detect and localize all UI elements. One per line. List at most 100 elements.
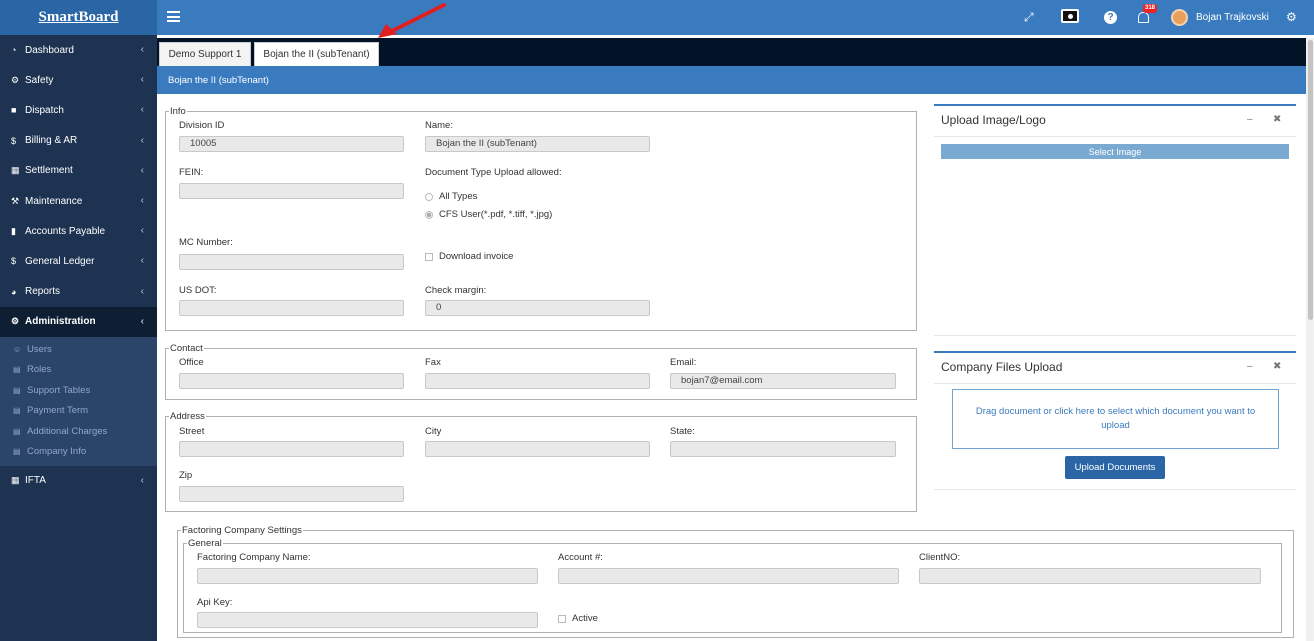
- menu-toggle-icon[interactable]: [167, 11, 180, 22]
- doc-type-label: Document Type Upload allowed:: [425, 167, 562, 178]
- close-icon[interactable]: ✖: [1273, 114, 1281, 125]
- checkbox-box: [558, 614, 566, 623]
- minimize-icon[interactable]: –: [1247, 114, 1253, 125]
- user-name[interactable]: Bojan Trajkovski: [1196, 12, 1269, 23]
- state-field[interactable]: [670, 441, 896, 457]
- download-invoice-checkbox[interactable]: Download invoice: [425, 251, 513, 262]
- sidebar-item-maintenance[interactable]: ⚒ Maintenance ‹: [0, 186, 157, 216]
- chevron-left-icon: ‹: [140, 255, 144, 267]
- radio-circle: [425, 192, 433, 201]
- name-field[interactable]: Bojan the II (subTenant): [425, 136, 650, 152]
- sidebar-item-billing-ar[interactable]: $ Billing & AR ‹: [0, 126, 157, 156]
- sidebar-subitem-label: Roles: [27, 364, 52, 376]
- email-field[interactable]: bojan7@email.com: [670, 373, 896, 389]
- screen-share-icon[interactable]: [1061, 9, 1079, 23]
- radio-label: CFS User(*.pdf, *.tiff, *.jpg): [439, 209, 553, 220]
- brand-logo[interactable]: SmartBoard: [0, 0, 157, 35]
- table-icon: ▤: [13, 365, 21, 375]
- sidebar-item-dashboard[interactable]: ◔ Dashboard ‹: [0, 35, 157, 65]
- mc-number-label: MC Number:: [179, 237, 233, 248]
- factoring-active-checkbox[interactable]: Active: [558, 613, 598, 624]
- chevron-left-icon: ‹: [140, 315, 144, 327]
- doc-type-all-radio[interactable]: All Types: [425, 191, 477, 202]
- sidebar-subitem-support-tables[interactable]: ▤ Support Tables: [0, 380, 157, 401]
- table-icon: ▤: [13, 406, 21, 416]
- sidebar-subitem-company-info[interactable]: ▤ Company Info: [0, 441, 157, 462]
- name-label: Name:: [425, 120, 453, 131]
- check-margin-field[interactable]: 0: [425, 300, 650, 316]
- sidebar-subitem-label: Company Info: [27, 446, 87, 458]
- street-label: Street: [179, 426, 205, 437]
- zip-label: Zip: [179, 470, 193, 481]
- street-field[interactable]: [179, 441, 404, 457]
- fax-label: Fax: [425, 357, 441, 368]
- sidebar-item-label: Safety: [25, 74, 54, 86]
- user-avatar[interactable]: [1171, 9, 1188, 26]
- sidebar-item-reports[interactable]: ◕ Reports ‹: [0, 277, 157, 307]
- sidebar-item-accounts-payable[interactable]: ▮ Accounts Payable ‹: [0, 216, 157, 246]
- chevron-left-icon: ‹: [140, 474, 144, 486]
- sidebar-subitem-users[interactable]: ☺ Users: [0, 339, 157, 360]
- sidebar-subitem-label: Additional Charges: [27, 425, 108, 437]
- doc-type-cfs-radio[interactable]: CFS User(*.pdf, *.tiff, *.jpg): [425, 209, 552, 220]
- mc-number-field[interactable]: [179, 254, 404, 270]
- cogs-icon: ⚙: [11, 74, 20, 85]
- factoring-legend: Factoring Company Settings: [181, 525, 303, 536]
- sidebar-subitem-label: Support Tables: [27, 384, 91, 396]
- sidebar-item-dispatch[interactable]: ■ Dispatch ‹: [0, 95, 157, 125]
- api-key-field[interactable]: [197, 612, 538, 628]
- fullscreen-icon[interactable]: ⤢: [1024, 10, 1034, 24]
- sidebar-item-general-ledger[interactable]: $ General Ledger ‹: [0, 246, 157, 276]
- notification-bell-icon[interactable]: [1138, 12, 1149, 23]
- dollar-icon: $: [11, 256, 17, 267]
- chevron-left-icon: ‹: [140, 104, 144, 116]
- sidebar-item-settlement[interactable]: ▦ Settlement ‹: [0, 156, 157, 186]
- pie-chart-icon: ◕: [11, 286, 17, 297]
- calculator-icon: ▦: [11, 475, 20, 486]
- help-icon[interactable]: ?: [1104, 11, 1117, 24]
- city-field[interactable]: [425, 441, 650, 457]
- chevron-left-icon: ‹: [140, 74, 144, 86]
- division-id-field[interactable]: 10005: [179, 136, 404, 152]
- zip-field[interactable]: [179, 486, 404, 502]
- upload-image-title: Upload Image/Logo: [941, 113, 1046, 127]
- tab-demo-support-1[interactable]: Demo Support 1: [159, 42, 251, 66]
- book-icon: ▮: [11, 225, 16, 236]
- sidebar-item-safety[interactable]: ⚙ Safety ‹: [0, 65, 157, 95]
- file-dropzone[interactable]: Drag document or click here to select wh…: [952, 389, 1279, 449]
- office-field[interactable]: [179, 373, 404, 389]
- sidebar-item-label: Settlement: [25, 165, 73, 177]
- panel-divider: [934, 489, 1296, 490]
- tab-bojan-subtenant[interactable]: Bojan the II (subTenant): [254, 42, 379, 66]
- sidebar-subitem-roles[interactable]: ▤ Roles: [0, 359, 157, 380]
- client-no-label: ClientNO:: [919, 552, 961, 563]
- select-image-button[interactable]: Select Image: [941, 144, 1289, 159]
- sidebar-subitem-additional-charges[interactable]: ▤ Additional Charges: [0, 421, 157, 442]
- upload-documents-button[interactable]: Upload Documents: [1065, 456, 1165, 479]
- panel-divider: [934, 335, 1296, 336]
- us-dot-field[interactable]: [179, 300, 404, 316]
- sidebar-item-label: Dashboard: [25, 44, 74, 56]
- scrollbar-thumb[interactable]: [1308, 40, 1313, 320]
- close-icon[interactable]: ✖: [1273, 361, 1281, 372]
- info-legend: Info: [169, 106, 187, 117]
- minimize-icon[interactable]: –: [1247, 361, 1253, 372]
- table-icon: ▤: [13, 426, 21, 436]
- sidebar-subitem-payment-term[interactable]: ▤ Payment Term: [0, 400, 157, 421]
- fein-field[interactable]: [179, 183, 404, 199]
- sidebar: ◔ Dashboard ‹ ⚙ Safety ‹ ■ Dispatch ‹ $ …: [0, 35, 157, 641]
- fax-field[interactable]: [425, 373, 650, 389]
- sidebar-item-label: General Ledger: [25, 255, 95, 267]
- sidebar-item-administration[interactable]: ⚙ Administration ‹: [0, 306, 157, 337]
- factoring-company-name-field[interactable]: [197, 568, 538, 584]
- division-id-label: Division ID: [179, 120, 225, 131]
- sidebar-item-ifta[interactable]: ▦ IFTA ‹: [0, 466, 157, 496]
- account-number-field[interactable]: [558, 568, 899, 584]
- client-no-field[interactable]: [919, 568, 1261, 584]
- tab-strip: Demo Support 1 Bojan the II (subTenant): [157, 38, 1306, 66]
- chevron-left-icon: ‹: [140, 225, 144, 237]
- wrench-icon: ⚒: [11, 195, 20, 206]
- settings-cogs-icon[interactable]: ⚙: [1286, 10, 1297, 24]
- office-label: Office: [179, 357, 204, 368]
- table-icon: ▤: [13, 385, 21, 395]
